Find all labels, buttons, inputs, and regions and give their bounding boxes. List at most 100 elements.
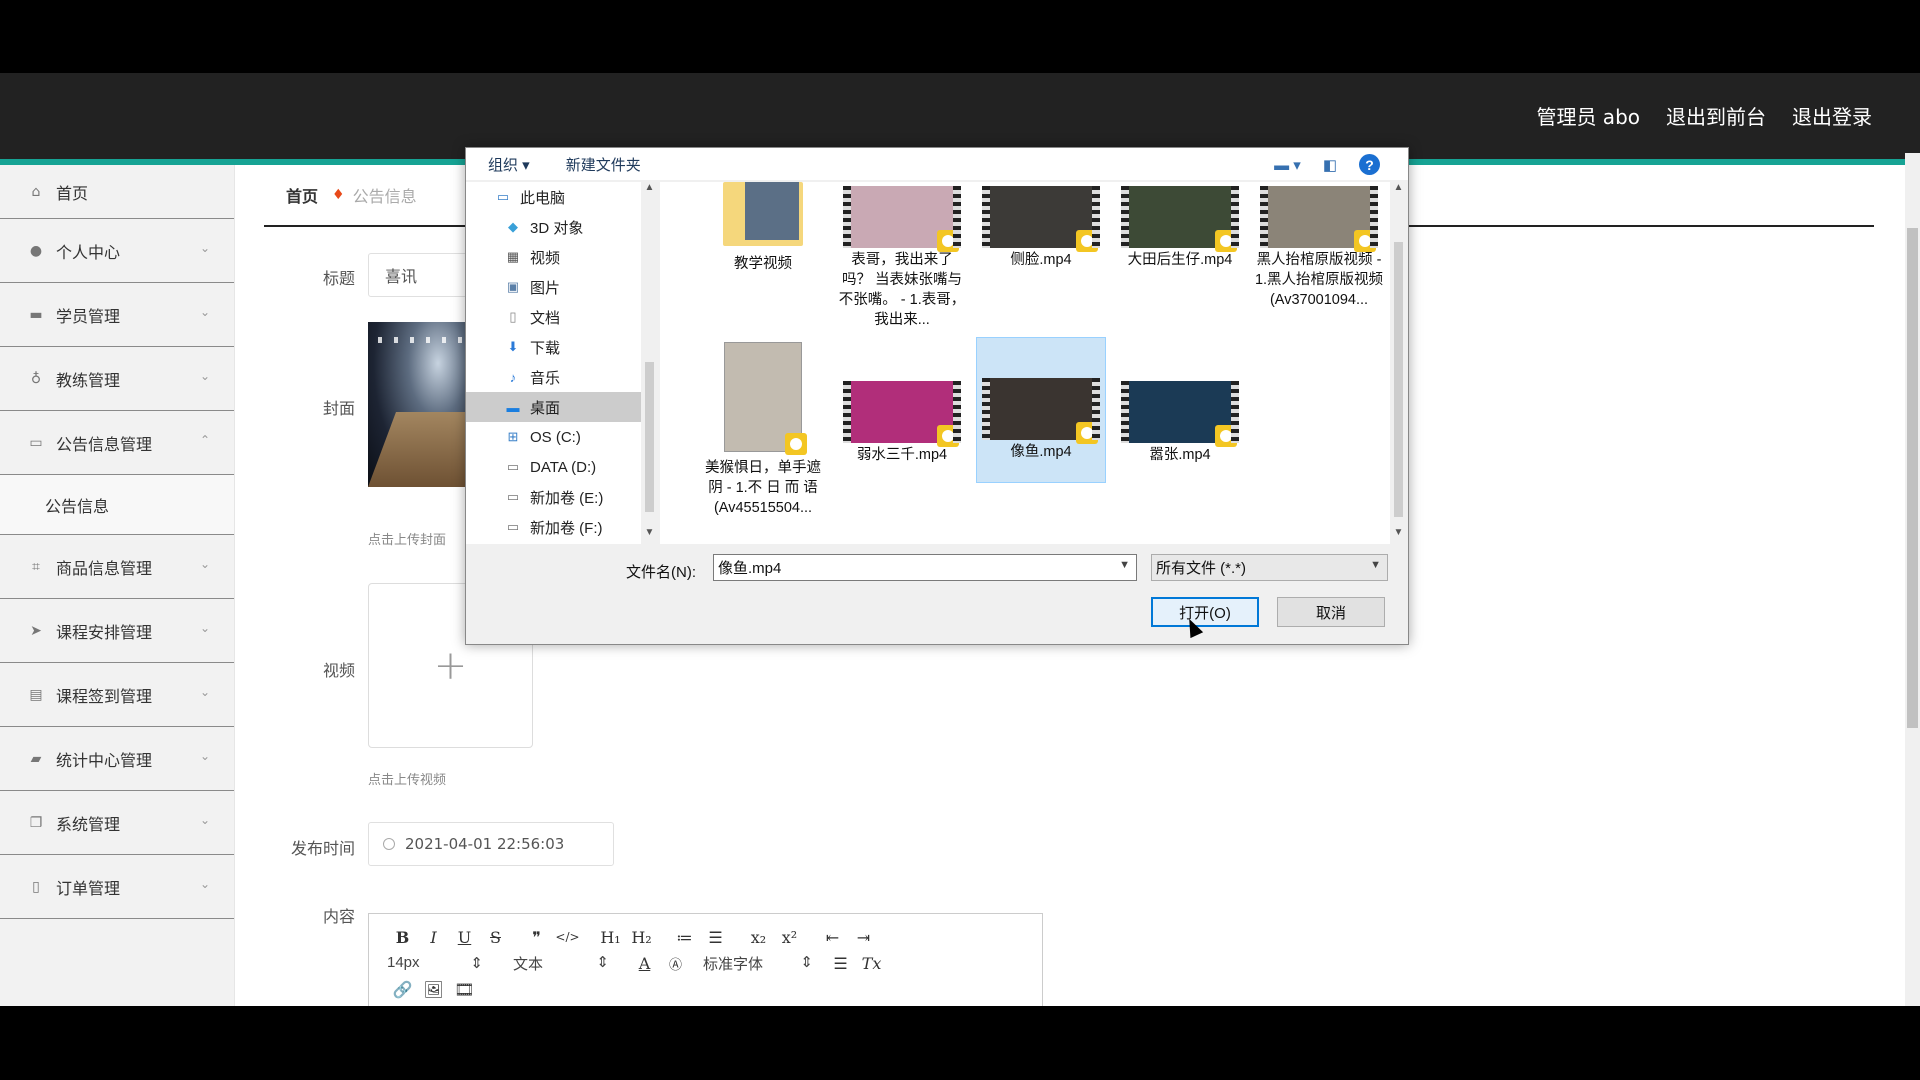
sidebar-item-goods[interactable]: ⌗ 商品信息管理 ⌄	[0, 535, 234, 599]
superscript-button[interactable]: x²	[774, 928, 805, 947]
organize-menu[interactable]: 组织 ▾	[488, 154, 530, 175]
new-folder-button[interactable]: 新建文件夹	[566, 154, 641, 175]
background-color-icon[interactable]: Ⓐ	[660, 954, 691, 973]
file-tile-folder[interactable]: 教学视频	[698, 182, 828, 274]
subscript-button[interactable]: x₂	[743, 928, 774, 947]
sidebar-item-schedule[interactable]: ➤ 课程安排管理 ⌄	[0, 599, 234, 663]
bullet-list-button[interactable]: ☰	[700, 928, 731, 947]
sidebar-item-label: 系统管理	[56, 814, 121, 834]
nav-this-pc[interactable]: ▭ 此电脑	[466, 182, 641, 212]
sidebar-subitem-notice[interactable]: 公告信息	[0, 475, 234, 535]
nav-downloads[interactable]: ⬇ 下载	[466, 332, 641, 362]
nav-drive-f[interactable]: ▭ 新加卷 (F:)	[466, 512, 641, 542]
ordered-list-button[interactable]: ≔	[669, 928, 700, 947]
video-upload-hint[interactable]: 点击上传视频	[368, 769, 446, 788]
image-icon[interactable]: 🖼	[418, 980, 449, 999]
cover-label: 封面	[322, 399, 355, 418]
file-tile-video[interactable]: 表哥，我出来了吗？ 当表妹张嘴与不张嘴。 - 1.表哥，我出来...	[837, 182, 967, 330]
nav-drive-c[interactable]: ⊞ OS (C:)	[466, 422, 641, 452]
chevron-down-icon[interactable]: ▼	[1370, 559, 1381, 571]
file-tile-video[interactable]: 侧脸.mp4	[976, 182, 1106, 270]
font-color-icon[interactable]: A	[629, 954, 660, 973]
h1-button[interactable]: H₁	[595, 928, 626, 947]
back-to-front-link[interactable]: 退出到前台	[1666, 101, 1766, 130]
video-label: 视频	[322, 661, 355, 680]
date-picker-input[interactable]: 2021-04-01 22:56:03	[368, 822, 614, 866]
help-icon[interactable]: ?	[1359, 154, 1380, 175]
nav-label: 图片	[530, 279, 561, 297]
sidebar-item-stats[interactable]: ▰ 统计中心管理 ⌄	[0, 727, 234, 791]
file-tile-video-selected[interactable]: 像鱼.mp4	[976, 337, 1106, 483]
align-icon[interactable]: ☰	[825, 954, 856, 973]
page-scrollbar[interactable]	[1905, 153, 1920, 1006]
cancel-button[interactable]: 取消	[1277, 597, 1385, 627]
nav-drive-d[interactable]: ▭ DATA (D:)	[466, 452, 641, 482]
sidebar-item-system[interactable]: ❐ 系统管理 ⌄	[0, 791, 234, 855]
nav-music[interactable]: ♪ 音乐	[466, 362, 641, 392]
nav-pictures[interactable]: ▣ 图片	[466, 272, 641, 302]
view-mode-icon[interactable]: ▬ ▾	[1274, 156, 1301, 174]
nav-scrollbar[interactable]: ▲ ▼	[641, 182, 658, 544]
file-list-scrollbar[interactable]: ▲ ▼	[1390, 182, 1407, 544]
h2-button[interactable]: H₂	[626, 928, 657, 947]
file-type-select[interactable]: 所有文件 (*.*) ▼	[1151, 554, 1388, 581]
nav-3d-objects[interactable]: ◆ 3D 对象	[466, 212, 641, 242]
file-tile-video[interactable]: 大田后生仔.mp4	[1115, 182, 1245, 270]
chevron-down-icon: ⌄	[199, 557, 210, 571]
nav-videos[interactable]: ▦ 视频	[466, 242, 641, 272]
scroll-down-icon[interactable]: ▼	[641, 527, 658, 544]
file-name: 教学视频	[734, 256, 792, 272]
sidebar-item-label: 统计中心管理	[56, 750, 153, 770]
font-family-select[interactable]: 标准字体 ⇕	[703, 953, 813, 974]
breadcrumb-home[interactable]: 首页	[286, 183, 318, 207]
nav-label: 新加卷 (E:)	[530, 489, 604, 507]
cover-upload-hint[interactable]: 点击上传封面	[368, 529, 446, 548]
filename-input[interactable]: 像鱼.mp4 ▼	[713, 554, 1137, 581]
sidebar-item-checkin[interactable]: ▤ 课程签到管理 ⌄	[0, 663, 234, 727]
open-button[interactable]: 打开(O)	[1151, 597, 1259, 627]
send-icon: ➤	[30, 622, 42, 639]
bold-button[interactable]: B	[387, 928, 418, 947]
logout-link[interactable]: 退出登录	[1792, 101, 1872, 130]
scroll-down-icon[interactable]: ▼	[1390, 527, 1407, 544]
sidebar-item-orders[interactable]: ▯ 订单管理 ⌄	[0, 855, 234, 919]
rich-text-editor[interactable]: B I U S ❞ </> H₁ H₂ ≔ ☰ x₂ x² ⇤ ⇥ 14px ⇕ …	[368, 913, 1043, 1006]
file-tile-video[interactable]: 嚣张.mp4	[1115, 377, 1245, 465]
link-icon[interactable]: 🔗	[387, 980, 418, 999]
sidebar-item-students[interactable]: ▬ 学员管理 ⌄	[0, 283, 234, 347]
file-type-value: 所有文件 (*.*)	[1156, 560, 1247, 577]
sidebar-item-home[interactable]: ⌂ 首页	[0, 165, 234, 219]
nav-desktop[interactable]: ▬ 桌面	[466, 392, 641, 422]
file-tile-video[interactable]: 黑人抬棺原版视频 - 1.黑人抬棺原版视频 (Av37001094...	[1254, 182, 1384, 310]
preview-pane-icon[interactable]: ◧	[1323, 156, 1337, 174]
nav-drive-e[interactable]: ▭ 新加卷 (E:)	[466, 482, 641, 512]
video-thumbnail	[724, 342, 807, 455]
nav-scrollbar-thumb[interactable]	[645, 362, 654, 512]
scroll-up-icon[interactable]: ▲	[641, 182, 658, 199]
code-button[interactable]: </>	[552, 930, 583, 944]
video-icon[interactable]: 🎞	[449, 980, 480, 999]
sidebar-item-coaches[interactable]: ♁ 教练管理 ⌄	[0, 347, 234, 411]
scrollbar-thumb[interactable]	[1907, 228, 1918, 728]
sidebar-item-notice-management[interactable]: ▭ 公告信息管理 ⌃	[0, 411, 234, 475]
outdent-button[interactable]: ⇤	[817, 928, 848, 947]
admin-user-label[interactable]: 管理员 abo	[1536, 101, 1640, 130]
strike-button[interactable]: S	[480, 928, 511, 947]
clear-format-icon[interactable]: Tx	[856, 954, 887, 973]
file-tile-video[interactable]: 弱水三千.mp4	[837, 377, 967, 465]
music-icon: ♪	[509, 369, 517, 385]
file-list-scrollbar-thumb[interactable]	[1394, 242, 1403, 517]
quote-button[interactable]: ❞	[521, 928, 552, 947]
indent-button[interactable]: ⇥	[848, 928, 879, 947]
text-type-select[interactable]: 文本 ⇕	[513, 953, 609, 974]
file-tile-video[interactable]: 美猴惧日，单手遮阴 - 1.不 日 而 语 (Av45515504...	[698, 342, 828, 518]
font-size-select[interactable]: 14px ⇕	[387, 954, 483, 972]
underline-button[interactable]: U	[449, 928, 480, 947]
scroll-up-icon[interactable]: ▲	[1390, 182, 1407, 199]
file-name: 美猴惧日，单手遮阴 - 1.不 日 而 语 (Av45515504...	[705, 460, 821, 516]
chevron-down-icon[interactable]: ▼	[1119, 559, 1130, 571]
sidebar-item-personal[interactable]: ● 个人中心 ⌄	[0, 219, 234, 283]
italic-button[interactable]: I	[418, 928, 449, 947]
nav-documents[interactable]: ▯ 文档	[466, 302, 641, 332]
sidebar-item-label: 课程安排管理	[56, 622, 153, 642]
